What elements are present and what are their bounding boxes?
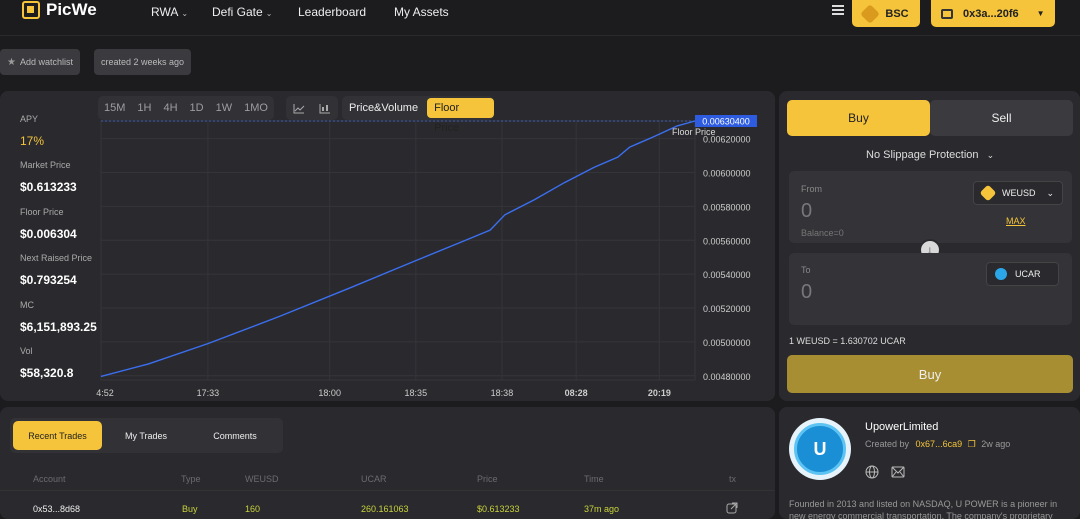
globe-icon[interactable] — [865, 465, 879, 479]
y-tick-label: 0.00540000 — [703, 270, 751, 280]
y-tick-label: 0.00600000 — [703, 168, 751, 178]
y-tick-label: 0.00500000 — [703, 338, 751, 348]
x-tick-label: 08:28 — [565, 388, 588, 398]
to-token-label: UCAR — [1015, 269, 1041, 279]
balance-label: Balance=0 — [801, 228, 844, 238]
copy-icon[interactable]: ❐ — [968, 439, 976, 449]
cell-account[interactable]: 0x53...8d68 — [33, 504, 80, 514]
external-link-icon[interactable] — [726, 502, 738, 514]
chart-grid — [100, 120, 696, 381]
header-weusd: WEUSD — [245, 474, 279, 484]
slippage-label: No Slippage Protection — [866, 149, 979, 161]
x-tick-label: 17:33 — [197, 388, 220, 398]
project-name: UpowerLimited — [865, 421, 939, 433]
divider — [0, 490, 775, 491]
x-tick-label: 18:35 — [405, 388, 428, 398]
project-logo: U — [789, 418, 851, 480]
header-tx: tx — [729, 474, 737, 484]
series-label: Floor Price — [672, 127, 716, 137]
from-token-label: WEUSD — [1002, 188, 1036, 198]
project-age: 2w ago — [981, 439, 1011, 449]
from-label: From — [801, 184, 822, 194]
chevron-down-icon: ⌄ — [1046, 187, 1055, 198]
y-tick-label: 0.00520000 — [703, 304, 751, 314]
project-description: Founded in 2013 and listed on NASDAQ, U … — [789, 499, 1058, 519]
from-token-selector[interactable]: WEUSD ⌄ — [973, 181, 1064, 205]
floor-price-line — [100, 120, 696, 378]
slippage-selector[interactable]: No Slippage Protection ⌄ — [866, 149, 994, 161]
to-amount-input[interactable]: 0 — [801, 281, 812, 304]
header-ucar: UCAR — [361, 474, 387, 484]
cell-type: Buy — [182, 504, 198, 514]
x-tick-label: 20:19 — [648, 388, 671, 398]
to-label: To — [801, 265, 811, 275]
created-by-label: Created by — [865, 439, 910, 449]
weusd-icon — [979, 184, 997, 202]
cell-ucar: 260.161063 — [361, 504, 409, 514]
buy-tab[interactable]: Buy — [787, 100, 930, 136]
project-logo-mark: U — [794, 423, 846, 475]
cell-time: 37m ago — [584, 504, 620, 514]
current-value-label: 0.00630400 — [702, 117, 750, 127]
chevron-down-icon: ⌄ — [986, 150, 995, 160]
creator-address[interactable]: 0x67...6ca9 — [916, 439, 963, 449]
x-tick-label: 18:00 — [318, 388, 341, 398]
tab-my-trades[interactable]: My Trades — [104, 421, 188, 450]
header-price: Price — [477, 474, 498, 484]
x-tick-label: 18:38 — [491, 388, 514, 398]
header-account: Account — [33, 474, 66, 484]
cell-price: $0.613233 — [477, 504, 520, 514]
tab-recent-trades[interactable]: Recent Trades — [13, 421, 102, 450]
header-time: Time — [584, 474, 604, 484]
exchange-rate: 1 WEUSD = 1.630702 UCAR — [789, 336, 906, 346]
cell-weusd: 160 — [245, 504, 261, 514]
y-tick-label: 0.00580000 — [703, 202, 751, 212]
project-created-by: Created by 0x67...6ca9 ❐ 2w ago — [865, 439, 1010, 450]
header-type: Type — [181, 474, 201, 484]
plot-frame — [100, 120, 696, 381]
y-tick-label: 0.00480000 — [703, 372, 751, 382]
ucar-icon — [995, 268, 1007, 280]
buy-button[interactable]: Buy — [787, 355, 1073, 393]
sell-tab[interactable]: Sell — [930, 100, 1073, 136]
max-button[interactable]: MAX — [1006, 216, 1026, 226]
tab-comments[interactable]: Comments — [190, 421, 280, 450]
from-amount-input[interactable]: 0 — [801, 200, 812, 223]
to-token-selector[interactable]: UCAR — [986, 262, 1059, 286]
y-tick-label: 0.00560000 — [703, 236, 751, 246]
x-tick-label: 4:52 — [96, 388, 114, 398]
mail-icon[interactable] — [891, 465, 905, 479]
